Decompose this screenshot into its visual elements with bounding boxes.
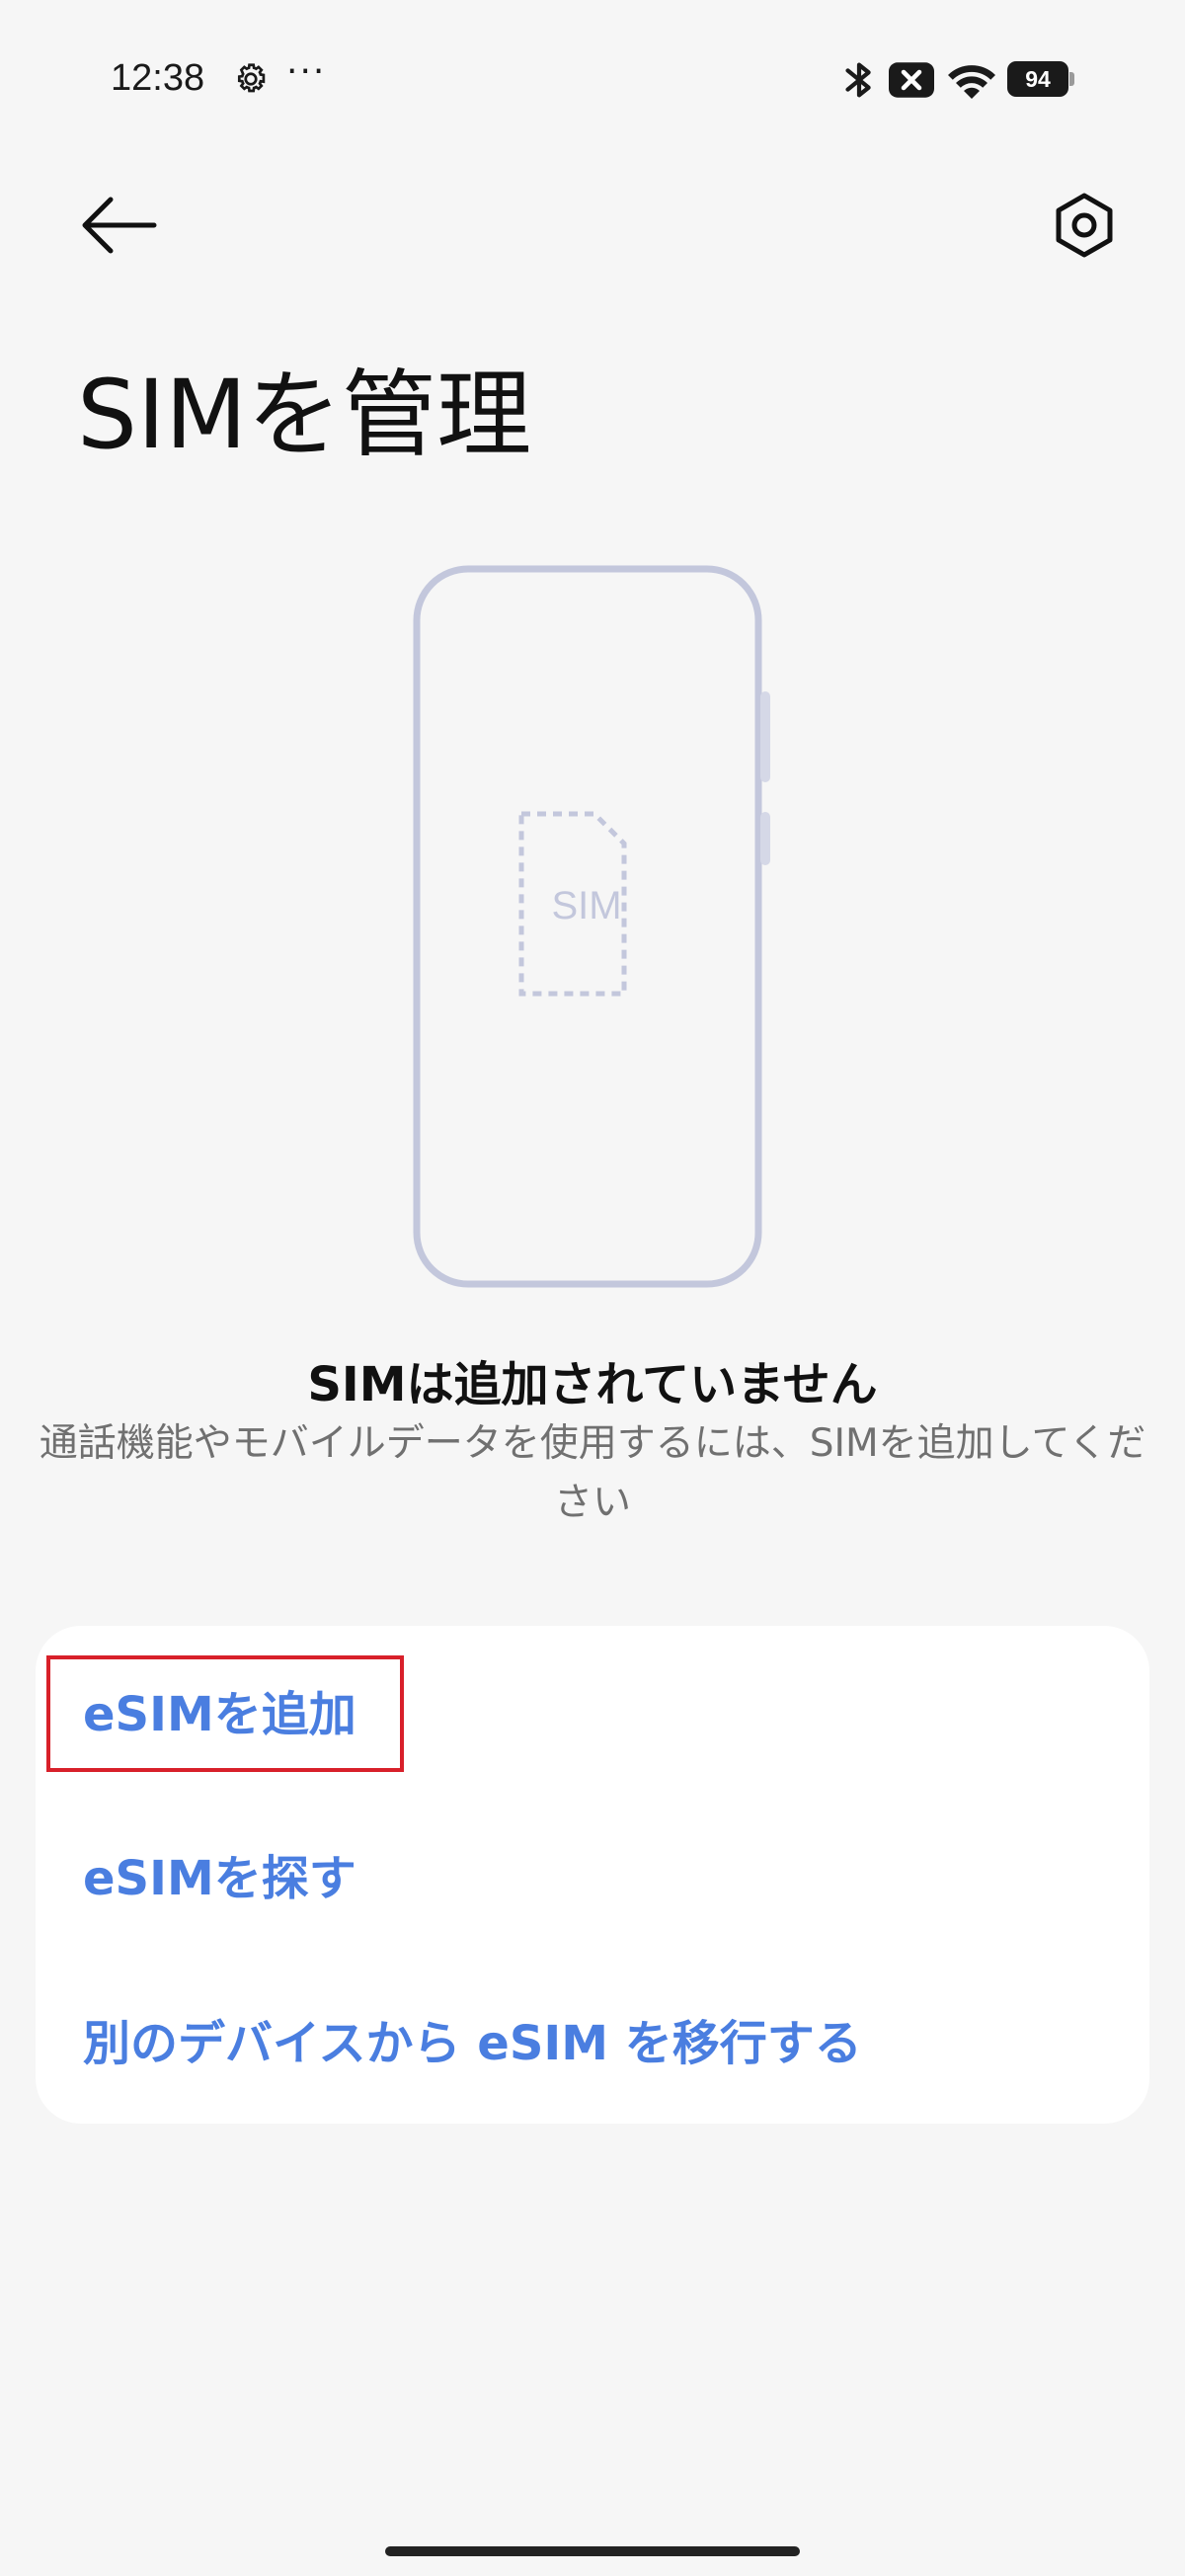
phone-side-button-top [760, 691, 770, 782]
find-esim-option[interactable]: eSIMを探す [83, 1831, 356, 1926]
sim-card-label: SIM [551, 884, 621, 927]
bluetooth-icon [845, 62, 871, 98]
empty-state-title: SIMは追加されていません [307, 1357, 878, 1412]
home-indicator[interactable] [385, 2546, 800, 2556]
phone-side-button-bottom [760, 812, 770, 865]
settings-button[interactable] [1041, 188, 1128, 263]
status-more-icon: ··· [286, 51, 327, 92]
back-button[interactable] [71, 188, 170, 263]
battery-tip [1069, 72, 1074, 86]
no-sim-icon [889, 62, 934, 98]
back-arrow-icon [82, 197, 157, 254]
page-title: SIMを管理 [77, 360, 532, 470]
settings-gear-icon [237, 63, 266, 93]
settings-hexagon-icon [1056, 193, 1113, 258]
empty-state-subtitle: 通話機能やモバイルデータを使用するには、SIMを追加してください [39, 1421, 1146, 1525]
battery-level: 94 [1007, 61, 1068, 97]
battery-indicator: 94 [1007, 61, 1074, 97]
transfer-esim-option[interactable]: 別のデバイスから eSIM を移行する [83, 1996, 862, 2091]
status-bar: 12:38 ··· 94 [0, 0, 1185, 158]
status-time: 12:38 [111, 57, 205, 99]
highlight-box [46, 1655, 404, 1772]
phone-sim-illustration: SIM [413, 565, 770, 1288]
wifi-icon [948, 65, 995, 99]
